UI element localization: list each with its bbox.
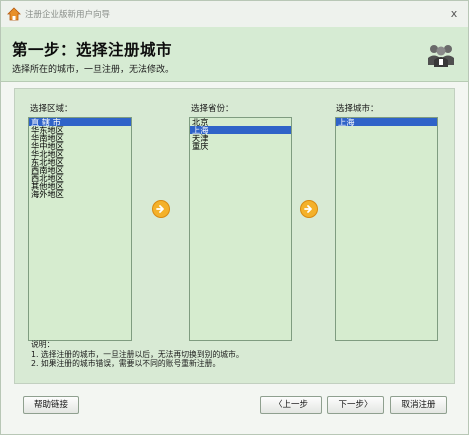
help-button[interactable]: 帮助链接 [23,396,79,414]
arrow-right-icon [152,200,170,218]
wizard-header: 第一步：选择注册城市 选择所在的城市，一旦注册，无法修改。 [1,27,468,82]
title-bar[interactable]: 注册企业版新用户向导 x [1,1,468,27]
city-label: 选择城市： [336,104,379,114]
list-item[interactable]: 上海 [336,118,437,126]
region-label: 选择区域： [30,104,73,114]
close-button[interactable]: x [447,7,461,21]
wizard-window: 注册企业版新用户向导 x 第一步：选择注册城市 选择所在的城市，一旦注册，无法修… [0,0,469,435]
list-item[interactable]: 重庆 [190,142,291,150]
arrow-right-icon [300,200,318,218]
province-listbox[interactable]: 北京 上海 天津 重庆 [189,117,292,341]
instructions-title: 说明： [31,340,55,349]
cancel-button[interactable]: 取消注册 [390,396,447,414]
step-subtitle: 选择所在的城市，一旦注册，无法修改。 [12,65,175,75]
window-title: 注册企业版新用户向导 [25,10,111,20]
city-listbox[interactable]: 上海 [335,117,438,341]
step-title: 第一步：选择注册城市 [12,40,173,59]
users-icon [428,45,454,67]
instructions: 说明： 1. 选择注册的城市，一旦注册以后，无法再切换到别的城市。 2. 如果注… [31,340,244,369]
instruction-line-2: 2. 如果注册的城市错误，需要以不同的账号重新注册。 [31,359,221,368]
next-button[interactable]: 下一步〉 [327,396,384,414]
home-icon [7,7,21,21]
instruction-line-1: 1. 选择注册的城市，一旦注册以后，无法再切换到别的城市。 [31,349,244,359]
list-item[interactable]: 海外地区 [29,190,131,198]
prev-button[interactable]: 〈上一步 [260,396,322,414]
province-label: 选择省份： [191,104,234,114]
region-listbox[interactable]: 直 辖 市华东地区 华南地区 华中地区 华北地区 东北地区 西南地区 西北地区 其他地区 海外地… [28,117,132,341]
